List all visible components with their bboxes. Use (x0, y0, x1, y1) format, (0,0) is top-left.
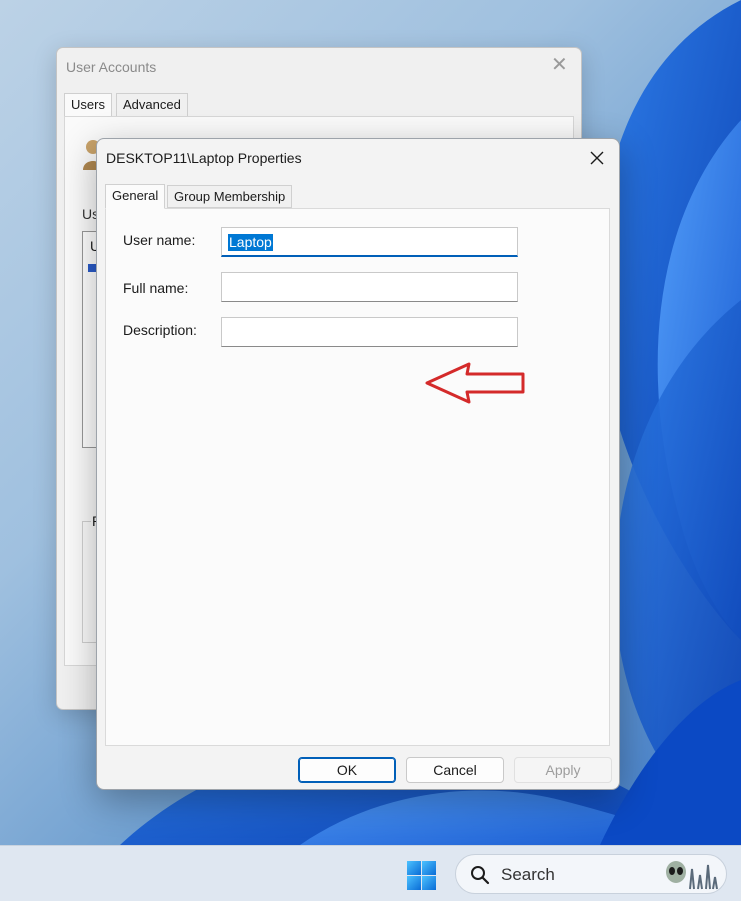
close-button[interactable] (583, 145, 611, 171)
cancel-button[interactable]: Cancel (406, 757, 504, 783)
close-icon (590, 151, 604, 165)
description-input[interactable] (221, 317, 518, 347)
user-accounts-title: User Accounts (66, 59, 157, 75)
laptop-properties-dialog: DESKTOP11\Laptop Properties General Grou… (96, 138, 620, 790)
red-arrow-annotation (425, 362, 525, 404)
windows-start-icon[interactable] (405, 859, 437, 891)
apply-button[interactable]: Apply (514, 757, 612, 783)
full-name-input[interactable] (221, 272, 518, 302)
full-name-label: Full name: (123, 280, 189, 296)
dialog-title: DESKTOP11\Laptop Properties (106, 150, 302, 166)
taskbar: Search (0, 845, 741, 901)
search-highlight-icon (666, 861, 718, 890)
search-placeholder: Search (501, 865, 555, 884)
search-icon (471, 866, 490, 885)
close-icon[interactable]: ✕ (551, 55, 568, 75)
taskbar-search[interactable]: Search (455, 854, 727, 894)
tab-advanced[interactable]: Advanced (116, 93, 188, 117)
dialog-titlebar[interactable]: DESKTOP11\Laptop Properties (97, 139, 619, 177)
tab-general[interactable]: General (105, 184, 166, 209)
tab-group-membership[interactable]: Group Membership (167, 185, 293, 208)
ok-button[interactable]: OK (298, 757, 396, 783)
description-label: Description: (123, 322, 197, 338)
user-name-input[interactable]: Laptop (221, 227, 518, 257)
user-name-value: Laptop (228, 234, 273, 251)
user-name-label: User name: (123, 232, 196, 248)
